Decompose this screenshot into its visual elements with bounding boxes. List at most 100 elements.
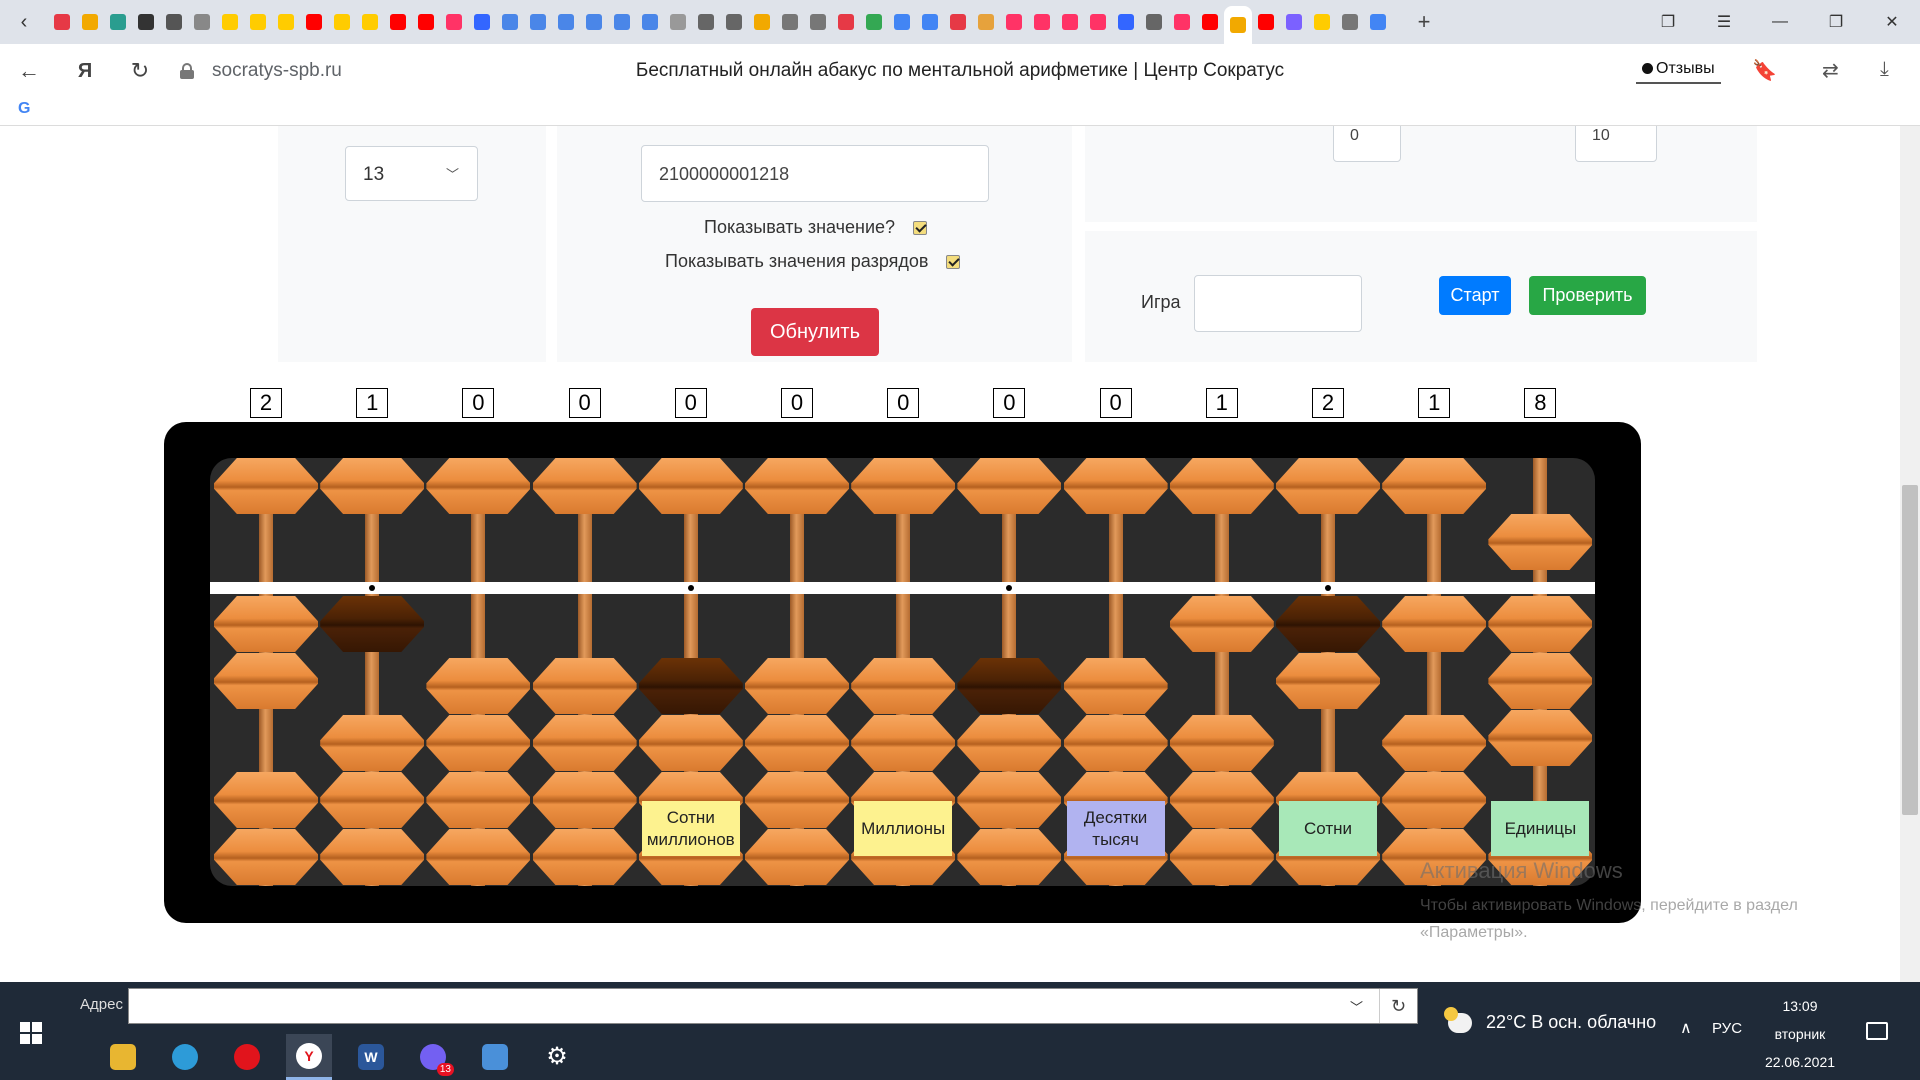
browser-tab[interactable]: [1336, 6, 1364, 38]
file-explorer-icon[interactable]: [100, 1034, 146, 1080]
browser-tab[interactable]: [300, 6, 328, 38]
browser-tab[interactable]: [244, 6, 272, 38]
browser-tab[interactable]: [356, 6, 384, 38]
browser-tab[interactable]: [412, 6, 440, 38]
browser-tab[interactable]: [496, 6, 524, 38]
earth-bead[interactable]: [320, 596, 425, 652]
browser-tab[interactable]: [1112, 6, 1140, 38]
browser-tab[interactable]: [1028, 6, 1056, 38]
browser-tab[interactable]: [832, 6, 860, 38]
browser-tab[interactable]: [916, 6, 944, 38]
earth-bead[interactable]: [957, 829, 1062, 885]
show-value-checkbox[interactable]: [913, 220, 928, 235]
heaven-bead[interactable]: [851, 458, 956, 514]
heaven-bead[interactable]: [638, 458, 743, 514]
download-icon[interactable]: ⤓: [1880, 58, 1889, 81]
earth-bead[interactable]: [957, 772, 1062, 828]
heaven-bead[interactable]: [214, 458, 318, 514]
heaven-bead[interactable]: [426, 458, 531, 514]
earth-bead[interactable]: [1488, 653, 1593, 709]
new-tab-button[interactable]: +: [1410, 8, 1438, 36]
browser-tab[interactable]: [1224, 6, 1252, 44]
check-button[interactable]: Проверить: [1529, 276, 1646, 315]
browser-tab[interactable]: [972, 6, 1000, 38]
earth-bead[interactable]: [745, 715, 849, 771]
taskbar-clock[interactable]: 13:09 вторник 22.06.2021: [1760, 992, 1840, 1076]
browser-tab[interactable]: [776, 6, 804, 38]
earth-bead[interactable]: [426, 829, 531, 885]
heaven-bead[interactable]: [1382, 458, 1487, 514]
browser-tab[interactable]: [132, 6, 160, 38]
earth-bead[interactable]: [1063, 658, 1168, 714]
earth-bead[interactable]: [1169, 772, 1274, 828]
refresh-icon[interactable]: ↻: [1379, 989, 1417, 1023]
browser-tab[interactable]: [692, 6, 720, 38]
earth-bead[interactable]: [1382, 772, 1487, 828]
scrollbar-thumb[interactable]: [1902, 485, 1918, 815]
browser-tab[interactable]: [1168, 6, 1196, 38]
earth-bead[interactable]: [1382, 596, 1487, 652]
value-input[interactable]: 2100000001218: [641, 145, 989, 202]
heaven-bead[interactable]: [320, 458, 425, 514]
browser-tab[interactable]: [1280, 6, 1308, 38]
tabs-scroll-left-icon[interactable]: ‹: [12, 10, 36, 34]
browser-tab[interactable]: [188, 6, 216, 38]
browser-tab[interactable]: [664, 6, 692, 38]
bookmark-icon[interactable]: 🔖: [1752, 58, 1777, 83]
game-input[interactable]: [1194, 275, 1362, 332]
earth-bead[interactable]: [320, 829, 425, 885]
browser-tab[interactable]: [524, 6, 552, 38]
close-window-button[interactable]: ✕: [1864, 12, 1920, 32]
earth-bead[interactable]: [957, 715, 1062, 771]
translate-icon[interactable]: ⇄: [1822, 58, 1839, 83]
snipping-tool-icon[interactable]: [472, 1034, 518, 1080]
browser-tab[interactable]: [888, 6, 916, 38]
browser-tab[interactable]: [384, 6, 412, 38]
earth-bead[interactable]: [1488, 596, 1593, 652]
browser-tab[interactable]: [272, 6, 300, 38]
browser-tab[interactable]: [1000, 6, 1028, 38]
browser-tab[interactable]: [944, 6, 972, 38]
browser-tab[interactable]: [608, 6, 636, 38]
browser-tab[interactable]: [1252, 6, 1280, 38]
browser-tab[interactable]: [48, 6, 76, 38]
chevron-up-icon[interactable]: ∧: [1680, 1018, 1692, 1038]
earth-bead[interactable]: [1169, 829, 1274, 885]
earth-bead[interactable]: [745, 829, 849, 885]
weather-widget[interactable]: 22°C В осн. облачно: [1444, 1006, 1656, 1033]
earth-bead[interactable]: [214, 829, 318, 885]
edge-icon[interactable]: [162, 1034, 208, 1080]
reset-button[interactable]: Обнулить: [751, 308, 879, 356]
notifications-icon[interactable]: [1866, 1022, 1888, 1040]
restore-button[interactable]: ❐: [1808, 12, 1864, 32]
browser-tab[interactable]: [748, 6, 776, 38]
earth-bead[interactable]: [745, 772, 849, 828]
heaven-bead[interactable]: [532, 458, 637, 514]
earth-bead[interactable]: [1382, 715, 1487, 771]
browser-tab[interactable]: [468, 6, 496, 38]
browser-tab[interactable]: [552, 6, 580, 38]
earth-bead[interactable]: [214, 772, 318, 828]
language-indicator[interactable]: РУС: [1712, 1020, 1742, 1037]
earth-bead[interactable]: [745, 658, 849, 714]
browser-tab[interactable]: [104, 6, 132, 38]
earth-bead[interactable]: [532, 715, 637, 771]
heaven-bead[interactable]: [1169, 458, 1274, 514]
browser-tab[interactable]: [1196, 6, 1224, 38]
show-place-values-checkbox[interactable]: [946, 254, 961, 269]
earth-bead[interactable]: [851, 715, 956, 771]
earth-bead[interactable]: [1488, 710, 1593, 766]
browser-tab[interactable]: [1140, 6, 1168, 38]
browser-tab[interactable]: [160, 6, 188, 38]
yandex-browser-icon[interactable]: Y: [286, 1034, 332, 1080]
heaven-bead[interactable]: [1276, 458, 1380, 514]
browser-tab[interactable]: [580, 6, 608, 38]
earth-bead[interactable]: [320, 772, 425, 828]
earth-bead[interactable]: [320, 715, 425, 771]
browser-tab[interactable]: [1084, 6, 1112, 38]
google-icon[interactable]: G: [18, 100, 30, 118]
earth-bead[interactable]: [638, 658, 743, 714]
word-icon[interactable]: W: [348, 1034, 394, 1080]
earth-bead[interactable]: [638, 715, 743, 771]
tab-menu-icon[interactable]: ☰: [1696, 12, 1752, 32]
